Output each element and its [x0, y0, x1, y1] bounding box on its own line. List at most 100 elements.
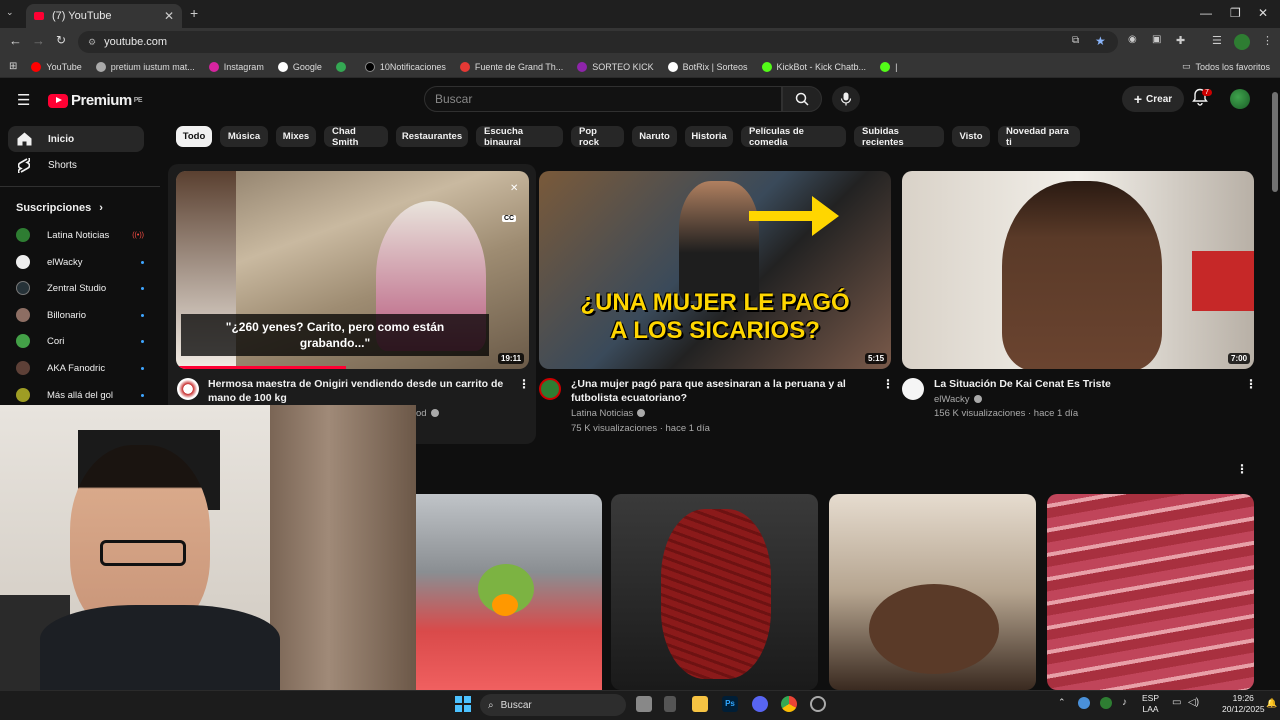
short-thumbnail[interactable]	[611, 494, 818, 690]
cc-icon[interactable]: CC	[502, 215, 517, 222]
chip-visto[interactable]: Visto	[952, 126, 990, 147]
sidebar-item-shorts[interactable]: Shorts	[8, 152, 144, 178]
tab-close-icon[interactable]: ✕	[164, 9, 174, 23]
bookmark-item[interactable]: SORTEO KICK	[577, 61, 654, 72]
close-icon[interactable]: ✕	[510, 183, 518, 194]
search-input[interactable]: Buscar	[424, 86, 782, 112]
profile-avatar[interactable]	[1234, 34, 1250, 50]
network-icon[interactable]: ▭	[1172, 697, 1181, 708]
forward-button[interactable]: →	[32, 33, 45, 48]
subscription-zentral-studio[interactable]: Zentral Studio	[16, 277, 144, 299]
extensions-puzzle-icon[interactable]: ✚	[1176, 34, 1185, 47]
chip-escucha-binaural[interactable]: Escucha binaural	[476, 126, 563, 148]
video-thumbnail[interactable]: ¿UNA MUJER LE PAGÓ A LOS SICARIOS? 5:15	[539, 171, 891, 369]
chip-peliculas-de-comedia[interactable]: Películas de comedia	[741, 126, 846, 148]
reload-button[interactable]: ↻	[56, 33, 66, 47]
windows-start-icon[interactable]	[455, 696, 471, 712]
sidebar-item-inicio[interactable]: Inicio	[8, 126, 144, 152]
tray-app-icon[interactable]	[1100, 697, 1112, 709]
notification-center-icon[interactable]: 🔔	[1266, 698, 1277, 709]
bookmark-item[interactable]: pretium iustum mat...	[95, 61, 195, 72]
back-button[interactable]: ←	[9, 33, 22, 48]
chip-musica[interactable]: Música	[220, 126, 268, 147]
channel-name[interactable]: elWacky	[934, 394, 982, 405]
all-bookmarks-folder[interactable]: ▭ Todos los favoritos	[1182, 61, 1270, 72]
video-thumbnail[interactable]: 7:00	[902, 171, 1254, 369]
voice-search-button[interactable]	[832, 86, 860, 112]
minimize-button[interactable]: —	[1200, 6, 1212, 20]
photoshop-icon[interactable]: Ps	[722, 696, 738, 712]
site-info-icon[interactable]: ⚙	[88, 37, 96, 48]
more-options-icon[interactable]: ⋮	[518, 377, 530, 391]
chip-historia[interactable]: Historia	[685, 126, 733, 147]
hamburger-menu-icon[interactable]: ☰	[17, 91, 30, 109]
short-thumbnail[interactable]	[829, 494, 1036, 690]
bookmark-item[interactable]: BotRix | Sorteos	[667, 61, 748, 72]
account-avatar[interactable]	[1230, 89, 1250, 109]
chip-chad-smith[interactable]: Chad Smith	[324, 126, 388, 148]
bookmark-item[interactable]: 10Notificaciones	[364, 61, 446, 72]
new-tab-button[interactable]: +	[190, 5, 198, 21]
language-indicator[interactable]: ESP LAA	[1142, 693, 1159, 715]
channel-name[interactable]: Latina Noticias	[571, 408, 646, 419]
subscription-billonario[interactable]: Billonario	[16, 304, 144, 326]
address-bar[interactable]: ⚙ youtube.com	[78, 31, 1118, 53]
progress-bar[interactable]	[176, 366, 346, 369]
tray-app-icon[interactable]	[1078, 697, 1090, 709]
taskbar-search[interactable]: ⌕ Buscar	[480, 694, 626, 716]
bookmark-star-icon[interactable]: ★	[1095, 34, 1106, 48]
more-options-icon[interactable]: ⋮	[882, 377, 894, 391]
bookmark-item[interactable]: Fuente de Grand Th...	[459, 61, 563, 72]
shelf-more-options-icon[interactable]: ⋮	[1236, 462, 1248, 476]
file-explorer-icon[interactable]	[692, 696, 708, 712]
search-button[interactable]	[782, 86, 822, 112]
bookmark-item[interactable]: KickBot - Kick Chatb...	[761, 61, 866, 72]
more-options-icon[interactable]: ⋮	[1245, 377, 1257, 391]
chip-naruto[interactable]: Naruto	[632, 126, 677, 147]
reading-list-icon[interactable]: ☰	[1212, 34, 1222, 47]
chip-subidas-recientes[interactable]: Subidas recientes	[854, 126, 944, 148]
discord-icon[interactable]	[752, 696, 768, 712]
subscription-mas-alla-del-gol[interactable]: Más allá del gol	[16, 384, 144, 406]
browser-tab[interactable]: (7) YouTube ✕	[26, 4, 182, 28]
subscription-cori[interactable]: Cori	[16, 330, 144, 352]
bookmark-item[interactable]: Instagram	[208, 61, 264, 72]
page-scrollbar[interactable]	[1272, 92, 1278, 192]
chip-todo[interactable]: Todo	[176, 126, 212, 147]
create-button[interactable]: + Crear	[1122, 86, 1184, 112]
app-icon[interactable]	[810, 696, 826, 712]
channel-avatar[interactable]	[177, 378, 199, 400]
channel-avatar[interactable]	[539, 378, 561, 400]
extension-icon[interactable]: ◉	[1128, 34, 1137, 45]
chip-pop-rock[interactable]: Pop rock	[571, 126, 624, 148]
bookmark-item[interactable]: Google	[277, 61, 322, 72]
cast-icon[interactable]: ⧉	[1072, 35, 1079, 46]
extension-2-icon[interactable]: ▣	[1152, 34, 1161, 45]
short-thumbnail[interactable]	[416, 494, 602, 690]
chip-novedad-para-ti[interactable]: Novedad para ti	[998, 126, 1080, 148]
chrome-icon[interactable]	[781, 696, 797, 712]
microphone-icon[interactable]: ♪	[1122, 697, 1127, 708]
taskbar-clock[interactable]: 19:26 20/12/2025	[1222, 693, 1265, 715]
bookmark-item[interactable]	[335, 61, 351, 72]
phone-icon[interactable]	[664, 696, 676, 712]
subscriptions-header[interactable]: Suscripciones ›	[16, 202, 103, 214]
volume-icon[interactable]: ◁)	[1188, 697, 1199, 708]
tab-search-icon[interactable]: ⌄	[6, 7, 14, 18]
channel-avatar[interactable]	[902, 378, 924, 400]
video-title[interactable]: ¿Una mujer pagó para que asesinaran a la…	[571, 377, 861, 405]
short-thumbnail[interactable]	[1047, 494, 1254, 690]
subscription-elwacky[interactable]: elWacky	[16, 251, 144, 273]
bookmark-item[interactable]: YouTube	[31, 61, 82, 72]
apps-grid-icon[interactable]: ⊞	[9, 61, 17, 72]
bookmark-item[interactable]: |	[880, 61, 897, 72]
channel-name[interactable]: od	[416, 408, 439, 419]
task-view-icon[interactable]	[636, 696, 652, 712]
video-title[interactable]: Hermosa maestra de Onigiri vendiendo des…	[208, 377, 506, 405]
browser-menu-icon[interactable]: ⋮	[1262, 34, 1273, 47]
subscription-aka-fanodric[interactable]: AKA Fanodric	[16, 357, 144, 379]
close-window-button[interactable]: ✕	[1258, 6, 1268, 20]
youtube-premium-logo[interactable]: Premium PE	[48, 92, 143, 109]
video-thumbnail[interactable]: "¿260 yenes? Carito, pero como están gra…	[176, 171, 529, 369]
subscription-latina-noticias[interactable]: Latina Noticias ((•))	[16, 224, 144, 246]
